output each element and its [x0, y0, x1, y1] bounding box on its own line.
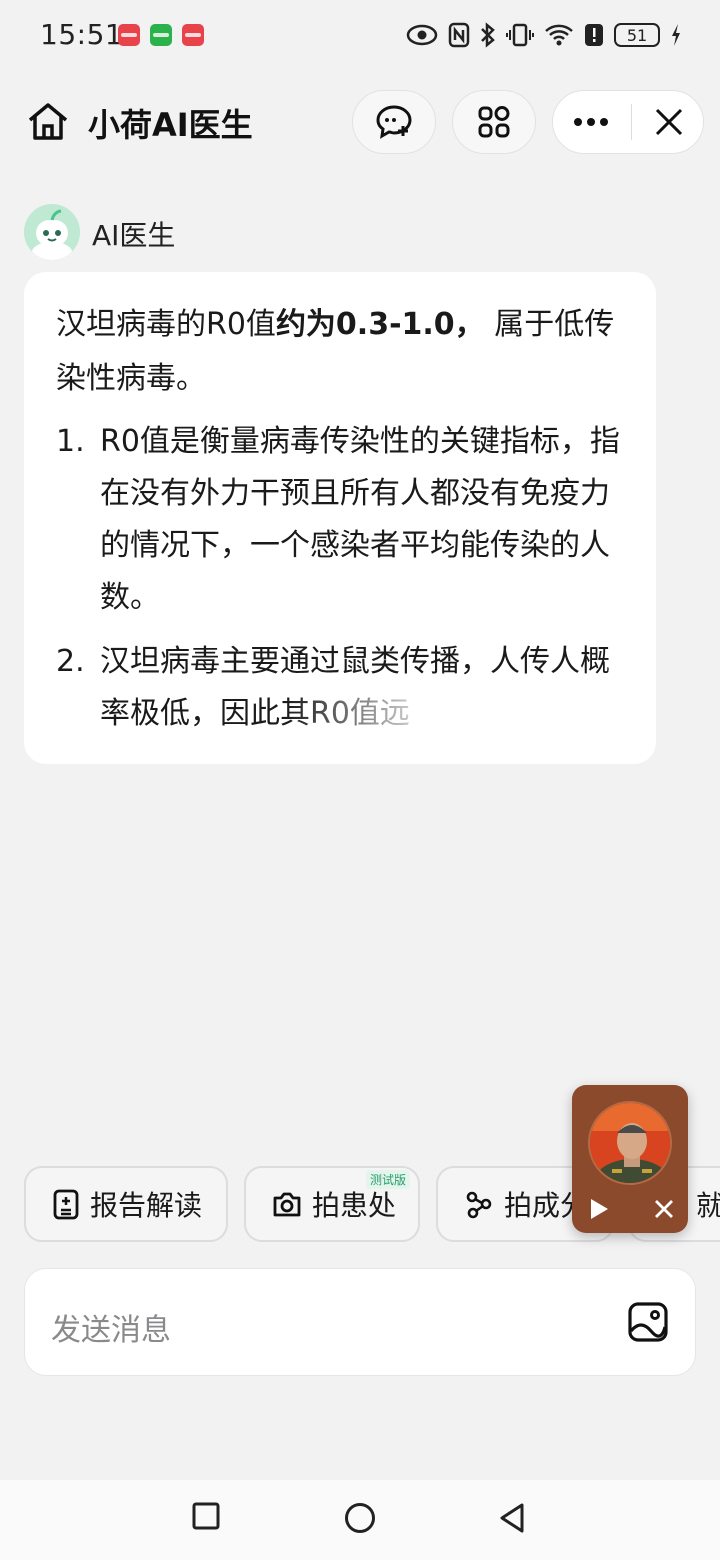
back-icon[interactable] [498, 1502, 526, 1534]
avatar [24, 204, 80, 260]
status-bar: 15:51 51 [0, 0, 720, 70]
wechat-notification-icon [150, 24, 172, 46]
robot-avatar-icon [24, 204, 80, 260]
person-thumbnail-icon [590, 1103, 670, 1183]
grid-icon [478, 106, 510, 138]
report-interpret-button[interactable]: 报告解读 [24, 1166, 228, 1242]
report-icon [53, 1189, 79, 1220]
more-icon[interactable] [573, 117, 609, 127]
assistant-name: AI医生 [92, 219, 176, 252]
message-list: 1. R0值是衡量病毒传染性的关键指标，指在没有外力干预且所有人都没有免疫力的情… [56, 416, 624, 740]
battery-indicator: 51 [614, 23, 660, 47]
app-header: 小荷AI医生 [0, 86, 720, 156]
list-item: 2. 汉坦病毒主要通过鼠类传播，人传人概率极低，因此其R0值远 [56, 636, 624, 740]
alert-icon [585, 24, 603, 46]
list-number: 2. [56, 644, 85, 679]
intro-text: 汉坦病毒的R0值 [56, 307, 276, 342]
wifi-icon [545, 24, 573, 46]
intro-highlight: 约为0.3-1.0， [275, 307, 485, 342]
video-thumbnail [588, 1101, 672, 1185]
list-text-streaming: 因此其R0值远 [220, 696, 410, 731]
list-text: R0值是衡量病毒传染性的关键指标，指在没有外力干预且所有人都没有免疫力的情况下，… [100, 424, 620, 615]
charging-icon [672, 24, 680, 46]
chip-label: 报告解读 [90, 1189, 203, 1222]
close-floating-icon[interactable] [654, 1199, 674, 1219]
floating-video-window[interactable] [572, 1085, 688, 1233]
message-input[interactable]: 发送消息 [24, 1268, 696, 1376]
list-number: 1. [56, 424, 85, 459]
input-placeholder: 发送消息 [51, 1313, 171, 1348]
apps-button[interactable] [452, 90, 536, 154]
status-time: 15:51 [40, 18, 124, 51]
chip-label: 就 [696, 1189, 720, 1222]
home-button[interactable] [24, 98, 72, 146]
close-icon[interactable] [654, 107, 684, 137]
eye-icon [406, 24, 438, 46]
system-nav-bar [0, 1480, 720, 1560]
vibrate-icon [506, 23, 534, 47]
message-intro: 汉坦病毒的R0值约为0.3-1.0， 属于低传染性病毒。 [56, 298, 624, 406]
message-bubble: 汉坦病毒的R0值约为0.3-1.0， 属于低传染性病毒。 1. R0值是衡量病毒… [24, 272, 656, 764]
page-title: 小荷AI医生 [88, 106, 253, 144]
bluetooth-icon [481, 22, 495, 48]
home-icon [28, 103, 68, 140]
molecule-icon [466, 1191, 492, 1219]
photo-affected-area-button[interactable]: 拍患处 测试版 [244, 1166, 420, 1242]
beta-badge: 测试版 [365, 1170, 410, 1189]
image-upload-button[interactable] [627, 1301, 669, 1347]
app-notification-icon [118, 24, 140, 46]
play-icon[interactable] [588, 1197, 610, 1221]
recents-icon[interactable] [192, 1502, 220, 1530]
app-notification-icon [182, 24, 204, 46]
new-chat-button[interactable] [352, 90, 436, 154]
list-item: 1. R0值是衡量病毒传染性的关键指标，指在没有外力干预且所有人都没有免疫力的情… [56, 416, 624, 624]
chat-plus-icon [376, 105, 412, 139]
camera-icon [273, 1192, 301, 1217]
capsule-menu [552, 90, 704, 154]
chip-label: 拍患处 [312, 1189, 397, 1222]
image-icon [628, 1302, 668, 1342]
divider [630, 104, 632, 140]
nfc-icon [448, 22, 470, 48]
home-nav-icon[interactable] [344, 1502, 376, 1534]
